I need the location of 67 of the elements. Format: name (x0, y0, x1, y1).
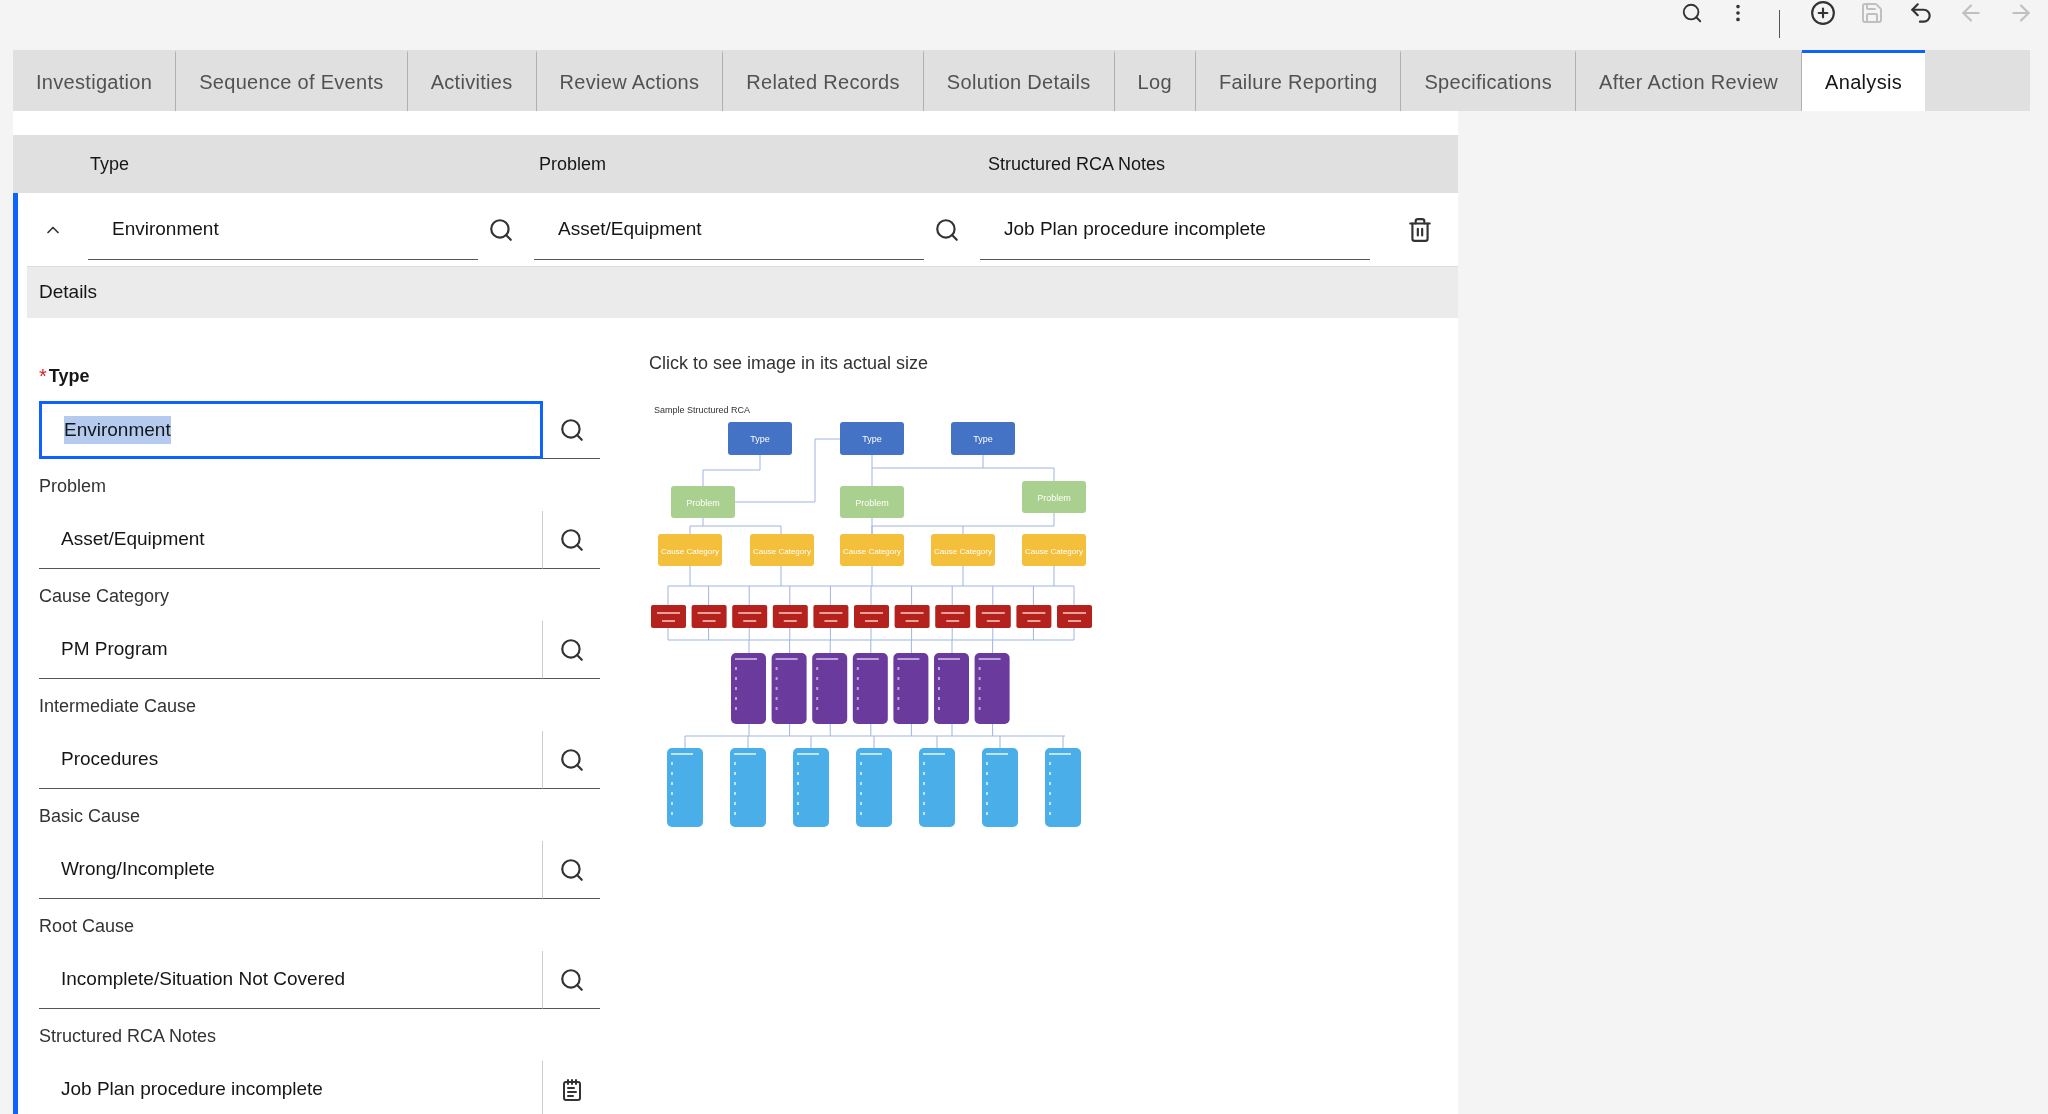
basic-cause-node (852, 653, 888, 724)
search-icon[interactable] (558, 856, 585, 883)
field-label: Structured RCA Notes (39, 1024, 217, 1048)
basic-cause-node (771, 653, 807, 724)
basic-cause-node (893, 653, 929, 724)
cause-category-node: Cause Category (750, 534, 814, 566)
input-field[interactable]: Job Plan procedure incomplete (39, 1061, 543, 1114)
image-hint: Click to see image in its actual size (649, 352, 930, 375)
intermediate-cause-node (854, 605, 889, 628)
cause-category-node: Cause Category (658, 534, 722, 566)
intermediate-cause-node (894, 605, 930, 628)
intermediate-cause-node (772, 605, 808, 628)
basic-cause-node (934, 653, 969, 724)
search-icon[interactable] (558, 966, 585, 993)
add-icon[interactable] (1810, 0, 1836, 26)
intermediate-cause-node (691, 605, 727, 628)
field-label: Basic Cause (39, 804, 141, 828)
type-node: Type (951, 422, 1015, 455)
field-label: Type (48, 364, 90, 388)
input-field[interactable]: Asset/Equipment (39, 511, 543, 569)
field-label: Root Cause (39, 914, 135, 938)
column-header: Type (90, 152, 131, 176)
field-label: Cause Category (39, 584, 170, 608)
intermediate-cause-node (813, 605, 849, 628)
basic-cause-node (974, 653, 1010, 724)
cause-category-node: Cause Category (1022, 534, 1086, 566)
required-marker: * (39, 364, 47, 389)
intermediate-cause-node (935, 605, 971, 628)
search-icon[interactable] (558, 526, 585, 553)
input-field[interactable]: Wrong/Incomplete (39, 841, 543, 899)
delete-icon[interactable] (1407, 216, 1433, 243)
type-node: Type (840, 422, 904, 455)
column-header: Problem (539, 152, 608, 176)
tab[interactable]: Analysis (1802, 50, 1925, 111)
column-header: Structured RCA Notes (988, 152, 1167, 176)
intermediate-cause-node (1016, 605, 1052, 628)
diagram-title: Sample Structured RCA (654, 405, 751, 415)
intermediate-cause-node (732, 605, 768, 628)
search-icon[interactable] (1681, 2, 1703, 24)
cause-category-node: Cause Category (840, 534, 904, 566)
basic-cause-node (731, 653, 766, 724)
intermediate-cause-node (651, 605, 686, 628)
table-input-field[interactable]: Asset/Equipment (534, 199, 924, 260)
search-icon[interactable] (558, 746, 585, 773)
problem-node: Problem (1022, 481, 1086, 513)
cause-category-node: Cause Category (931, 534, 995, 566)
intermediate-cause-node (975, 605, 1011, 628)
table-input-field[interactable]: Environment (88, 199, 478, 260)
search-icon[interactable] (558, 416, 585, 443)
search-icon[interactable] (488, 216, 514, 243)
input-field[interactable]: Incomplete/Situation Not Covered (39, 951, 543, 1009)
table-input-field[interactable]: Job Plan procedure incomplete (980, 199, 1370, 260)
problem-node: Problem (671, 486, 735, 518)
input-field[interactable]: Procedures (39, 731, 543, 789)
type-node: Type (728, 422, 792, 455)
problem-node: Problem (840, 486, 904, 518)
details-title: Details (39, 280, 98, 305)
field-label: Intermediate Cause (39, 694, 197, 718)
rca-diagram[interactable]: Sample Structured RCA Type Type Type Problem Problem Problem Cause Category Cause Category Cause Category Cause Category Cause Category (645, 391, 1105, 841)
intermediate-cause-node (1057, 605, 1092, 628)
basic-cause-node (812, 653, 848, 724)
search-icon[interactable] (934, 216, 960, 243)
search-icon[interactable] (558, 636, 585, 663)
undo-icon[interactable] (1908, 0, 1934, 26)
input-field[interactable]: Environment (39, 401, 543, 459)
field-label: Problem (39, 474, 107, 498)
input-field[interactable]: PM Program (39, 621, 543, 679)
